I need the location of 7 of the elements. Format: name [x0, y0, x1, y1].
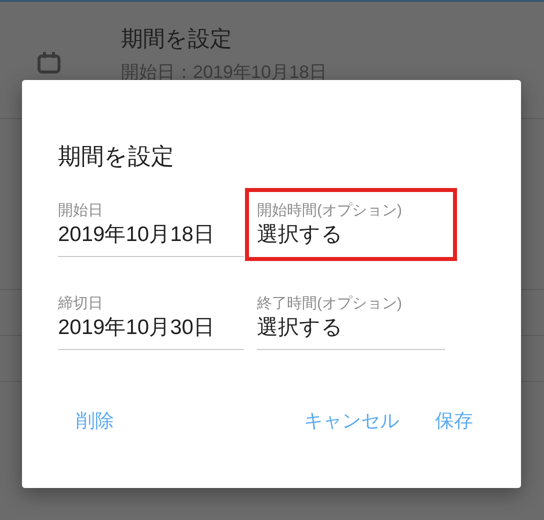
date-field[interactable]: 開始時間(オプション) 選択する: [245, 188, 457, 261]
date-field[interactable]: 開始日 2019年10月18日: [58, 202, 244, 257]
item-title: 期間を設定: [121, 25, 233, 53]
date-field[interactable]: 締切日 2019年10月30日: [58, 295, 244, 350]
dialog-title: 期間を設定: [58, 142, 175, 170]
date-field[interactable]: 終了時間(オプション) 選択する: [257, 295, 445, 350]
calendar-icon: [37, 52, 61, 74]
